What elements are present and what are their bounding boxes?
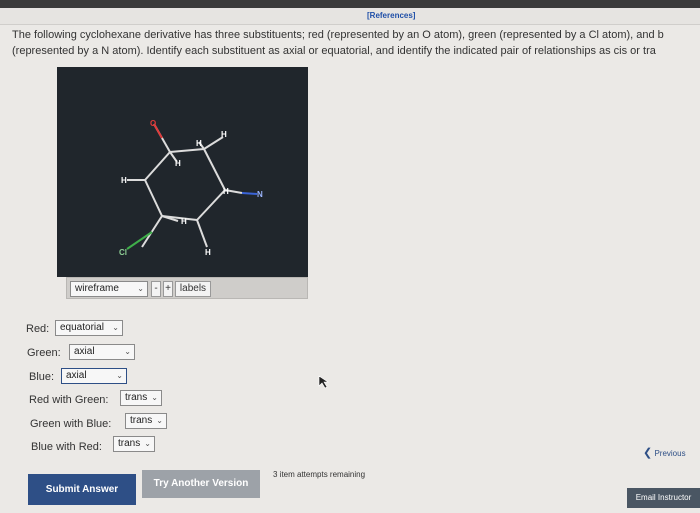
atom-H-label: H — [121, 176, 127, 185]
divider — [0, 24, 700, 25]
red-select[interactable]: equatorial ⌄ — [55, 320, 123, 336]
red-green-value: trans — [125, 392, 148, 403]
chevron-down-icon: ⌄ — [144, 439, 151, 448]
green-blue-value: trans — [130, 415, 153, 426]
attempts-remaining: 3 item attempts remaining — [273, 470, 366, 479]
chevron-down-icon: ⌄ — [137, 284, 144, 293]
blue-red-select[interactable]: trans ⌄ — [113, 436, 155, 452]
blue-value: axial — [66, 370, 87, 381]
atom-H-label: H — [205, 248, 211, 257]
blue-red-label: Blue with Red: — [31, 441, 102, 453]
red-value: equatorial — [60, 322, 104, 333]
try-another-version-button[interactable]: Try Another Version — [142, 470, 260, 498]
question-line-2: (represented by a N atom). Identify each… — [12, 45, 656, 57]
chevron-down-icon: ⌄ — [112, 323, 119, 332]
previous-label: Previous — [654, 449, 686, 458]
render-mode-value: wireframe — [75, 283, 119, 294]
chevron-down-icon: ⌄ — [116, 371, 123, 380]
molecule-viewer[interactable]: O Cl N H H H H H H H — [57, 67, 308, 277]
green-label: Green: — [27, 347, 61, 359]
labels-button[interactable]: labels — [175, 281, 211, 297]
previous-button[interactable]: ❮ Previous — [643, 444, 691, 462]
green-select[interactable]: axial ⌄ — [69, 344, 135, 360]
atom-H-label: H — [181, 217, 187, 226]
mouse-cursor-icon — [318, 375, 329, 389]
submit-answer-button[interactable]: Submit Answer — [28, 474, 136, 505]
blue-red-value: trans — [118, 438, 141, 449]
atom-Cl-label: Cl — [119, 248, 127, 257]
blue-select[interactable]: axial ⌄ — [61, 368, 127, 384]
zoom-in-button[interactable]: + — [163, 281, 173, 297]
question-text: The following cyclohexane derivative has… — [12, 27, 700, 59]
zoom-out-button[interactable]: - — [151, 281, 161, 297]
viewer-controls: wireframe ⌄ - + labels — [66, 277, 308, 299]
red-label: Red: — [26, 323, 50, 335]
references-band — [0, 8, 700, 24]
top-bar — [0, 0, 700, 8]
blue-label: Blue: — [29, 371, 55, 383]
atom-H-label: H — [175, 159, 181, 168]
green-blue-select[interactable]: trans ⌄ — [125, 413, 167, 429]
red-green-select[interactable]: trans ⌄ — [120, 390, 162, 406]
red-green-label: Red with Green: — [29, 394, 109, 406]
atom-H-label: H — [223, 187, 229, 196]
chevron-down-icon: ⌄ — [151, 393, 158, 402]
atom-H-label: H — [221, 130, 227, 139]
green-value: axial — [74, 346, 95, 357]
chevron-left-icon: ❮ — [643, 447, 653, 459]
green-blue-label: Green with Blue: — [30, 418, 112, 430]
atom-H-label: H — [196, 139, 202, 148]
chevron-down-icon: ⌄ — [124, 347, 131, 356]
atom-O-label: O — [150, 119, 156, 128]
atom-N-label: N — [257, 190, 263, 199]
email-instructor-button[interactable]: Email Instructor — [627, 488, 700, 508]
molecule-wireframe: O Cl N H H H H H H H — [119, 119, 263, 257]
references-link[interactable]: [References] — [367, 11, 415, 20]
question-line-1: The following cyclohexane derivative has… — [12, 29, 664, 41]
render-mode-select[interactable]: wireframe ⌄ — [70, 281, 148, 297]
chevron-down-icon: ⌄ — [156, 416, 163, 425]
